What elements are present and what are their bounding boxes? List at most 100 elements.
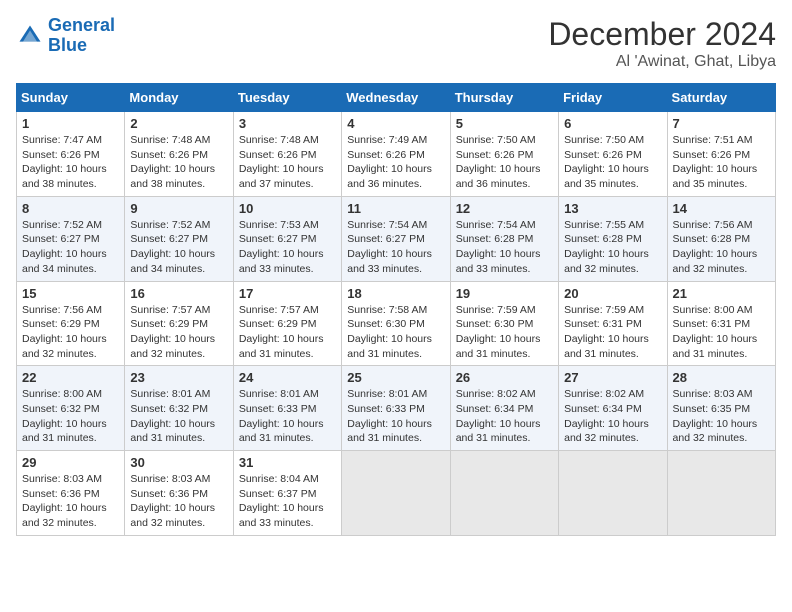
day-number: 22 [22, 370, 119, 385]
calendar-cell: 12 Sunrise: 7:54 AM Sunset: 6:28 PM Dayl… [450, 196, 558, 281]
day-number: 7 [673, 116, 770, 131]
calendar-cell: 5 Sunrise: 7:50 AM Sunset: 6:26 PM Dayli… [450, 112, 558, 197]
calendar-cell: 21 Sunrise: 8:00 AM Sunset: 6:31 PM Dayl… [667, 281, 775, 366]
title-block: December 2024 Al 'Awinat, Ghat, Libya [548, 16, 776, 71]
calendar-table: SundayMondayTuesdayWednesdayThursdayFrid… [16, 83, 776, 536]
calendar-cell [559, 451, 667, 536]
day-info: Sunrise: 7:47 AM Sunset: 6:26 PM Dayligh… [22, 133, 119, 192]
day-info: Sunrise: 7:56 AM Sunset: 6:29 PM Dayligh… [22, 303, 119, 362]
calendar-week-1: 1 Sunrise: 7:47 AM Sunset: 6:26 PM Dayli… [17, 112, 776, 197]
main-title: December 2024 [548, 16, 776, 53]
calendar-cell: 30 Sunrise: 8:03 AM Sunset: 6:36 PM Dayl… [125, 451, 233, 536]
page-header: General Blue December 2024 Al 'Awinat, G… [16, 16, 776, 71]
day-info: Sunrise: 7:48 AM Sunset: 6:26 PM Dayligh… [239, 133, 336, 192]
calendar-cell: 15 Sunrise: 7:56 AM Sunset: 6:29 PM Dayl… [17, 281, 125, 366]
calendar-cell: 24 Sunrise: 8:01 AM Sunset: 6:33 PM Dayl… [233, 366, 341, 451]
day-number: 9 [130, 201, 227, 216]
day-info: Sunrise: 7:52 AM Sunset: 6:27 PM Dayligh… [130, 218, 227, 277]
day-info: Sunrise: 8:01 AM Sunset: 6:33 PM Dayligh… [347, 387, 444, 446]
day-number: 4 [347, 116, 444, 131]
day-number: 12 [456, 201, 553, 216]
day-info: Sunrise: 8:03 AM Sunset: 6:36 PM Dayligh… [130, 472, 227, 531]
calendar-cell [667, 451, 775, 536]
day-number: 3 [239, 116, 336, 131]
day-number: 11 [347, 201, 444, 216]
calendar-week-2: 8 Sunrise: 7:52 AM Sunset: 6:27 PM Dayli… [17, 196, 776, 281]
day-info: Sunrise: 7:54 AM Sunset: 6:27 PM Dayligh… [347, 218, 444, 277]
calendar-cell: 8 Sunrise: 7:52 AM Sunset: 6:27 PM Dayli… [17, 196, 125, 281]
calendar-cell: 13 Sunrise: 7:55 AM Sunset: 6:28 PM Dayl… [559, 196, 667, 281]
day-info: Sunrise: 7:48 AM Sunset: 6:26 PM Dayligh… [130, 133, 227, 192]
logo-line1: General [48, 15, 115, 35]
day-number: 10 [239, 201, 336, 216]
day-number: 23 [130, 370, 227, 385]
calendar-cell: 19 Sunrise: 7:59 AM Sunset: 6:30 PM Dayl… [450, 281, 558, 366]
day-info: Sunrise: 8:03 AM Sunset: 6:36 PM Dayligh… [22, 472, 119, 531]
calendar-cell: 14 Sunrise: 7:56 AM Sunset: 6:28 PM Dayl… [667, 196, 775, 281]
calendar-cell: 20 Sunrise: 7:59 AM Sunset: 6:31 PM Dayl… [559, 281, 667, 366]
logo-icon [16, 22, 44, 50]
day-info: Sunrise: 7:49 AM Sunset: 6:26 PM Dayligh… [347, 133, 444, 192]
day-number: 31 [239, 455, 336, 470]
day-info: Sunrise: 8:03 AM Sunset: 6:35 PM Dayligh… [673, 387, 770, 446]
calendar-cell: 11 Sunrise: 7:54 AM Sunset: 6:27 PM Dayl… [342, 196, 450, 281]
calendar-cell: 22 Sunrise: 8:00 AM Sunset: 6:32 PM Dayl… [17, 366, 125, 451]
day-number: 28 [673, 370, 770, 385]
day-number: 20 [564, 286, 661, 301]
day-info: Sunrise: 7:57 AM Sunset: 6:29 PM Dayligh… [239, 303, 336, 362]
day-info: Sunrise: 7:58 AM Sunset: 6:30 PM Dayligh… [347, 303, 444, 362]
day-info: Sunrise: 7:56 AM Sunset: 6:28 PM Dayligh… [673, 218, 770, 277]
logo: General Blue [16, 16, 115, 56]
calendar-dow-thursday: Thursday [450, 84, 558, 112]
day-info: Sunrise: 8:04 AM Sunset: 6:37 PM Dayligh… [239, 472, 336, 531]
day-info: Sunrise: 7:50 AM Sunset: 6:26 PM Dayligh… [456, 133, 553, 192]
calendar-cell: 1 Sunrise: 7:47 AM Sunset: 6:26 PM Dayli… [17, 112, 125, 197]
day-number: 19 [456, 286, 553, 301]
day-number: 6 [564, 116, 661, 131]
day-info: Sunrise: 8:00 AM Sunset: 6:31 PM Dayligh… [673, 303, 770, 362]
day-number: 30 [130, 455, 227, 470]
day-number: 15 [22, 286, 119, 301]
day-info: Sunrise: 7:51 AM Sunset: 6:26 PM Dayligh… [673, 133, 770, 192]
calendar-cell: 16 Sunrise: 7:57 AM Sunset: 6:29 PM Dayl… [125, 281, 233, 366]
day-info: Sunrise: 7:59 AM Sunset: 6:31 PM Dayligh… [564, 303, 661, 362]
calendar-cell: 25 Sunrise: 8:01 AM Sunset: 6:33 PM Dayl… [342, 366, 450, 451]
day-info: Sunrise: 7:59 AM Sunset: 6:30 PM Dayligh… [456, 303, 553, 362]
day-info: Sunrise: 8:02 AM Sunset: 6:34 PM Dayligh… [564, 387, 661, 446]
calendar-header-row: SundayMondayTuesdayWednesdayThursdayFrid… [17, 84, 776, 112]
day-info: Sunrise: 7:55 AM Sunset: 6:28 PM Dayligh… [564, 218, 661, 277]
calendar-cell: 7 Sunrise: 7:51 AM Sunset: 6:26 PM Dayli… [667, 112, 775, 197]
day-info: Sunrise: 8:01 AM Sunset: 6:33 PM Dayligh… [239, 387, 336, 446]
day-number: 26 [456, 370, 553, 385]
calendar-dow-tuesday: Tuesday [233, 84, 341, 112]
calendar-cell: 6 Sunrise: 7:50 AM Sunset: 6:26 PM Dayli… [559, 112, 667, 197]
logo-text: General Blue [48, 16, 115, 56]
day-number: 29 [22, 455, 119, 470]
day-number: 1 [22, 116, 119, 131]
day-info: Sunrise: 7:50 AM Sunset: 6:26 PM Dayligh… [564, 133, 661, 192]
calendar-cell: 29 Sunrise: 8:03 AM Sunset: 6:36 PM Dayl… [17, 451, 125, 536]
calendar-cell [342, 451, 450, 536]
calendar-cell: 27 Sunrise: 8:02 AM Sunset: 6:34 PM Dayl… [559, 366, 667, 451]
day-number: 13 [564, 201, 661, 216]
day-number: 8 [22, 201, 119, 216]
calendar-cell: 4 Sunrise: 7:49 AM Sunset: 6:26 PM Dayli… [342, 112, 450, 197]
day-number: 2 [130, 116, 227, 131]
day-number: 25 [347, 370, 444, 385]
day-number: 17 [239, 286, 336, 301]
day-number: 18 [347, 286, 444, 301]
logo-line2: Blue [48, 35, 87, 55]
calendar-cell [450, 451, 558, 536]
day-number: 5 [456, 116, 553, 131]
calendar-dow-saturday: Saturday [667, 84, 775, 112]
day-info: Sunrise: 8:00 AM Sunset: 6:32 PM Dayligh… [22, 387, 119, 446]
day-number: 24 [239, 370, 336, 385]
calendar-week-4: 22 Sunrise: 8:00 AM Sunset: 6:32 PM Dayl… [17, 366, 776, 451]
calendar-cell: 23 Sunrise: 8:01 AM Sunset: 6:32 PM Dayl… [125, 366, 233, 451]
calendar-cell: 28 Sunrise: 8:03 AM Sunset: 6:35 PM Dayl… [667, 366, 775, 451]
day-info: Sunrise: 8:02 AM Sunset: 6:34 PM Dayligh… [456, 387, 553, 446]
day-info: Sunrise: 8:01 AM Sunset: 6:32 PM Dayligh… [130, 387, 227, 446]
calendar-cell: 18 Sunrise: 7:58 AM Sunset: 6:30 PM Dayl… [342, 281, 450, 366]
calendar-dow-friday: Friday [559, 84, 667, 112]
calendar-cell: 10 Sunrise: 7:53 AM Sunset: 6:27 PM Dayl… [233, 196, 341, 281]
